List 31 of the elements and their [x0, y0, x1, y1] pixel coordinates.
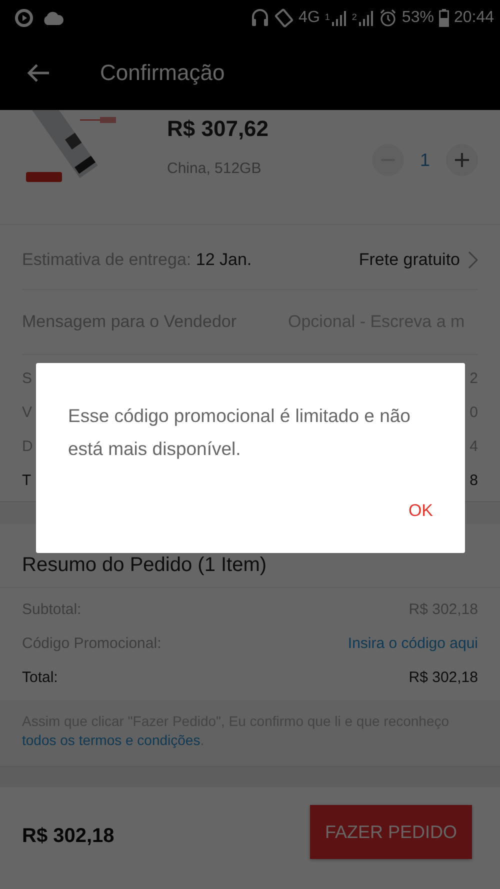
- cloud-icon: [42, 11, 64, 25]
- page-title: Confirmação: [100, 60, 225, 86]
- summary-value: 8: [470, 472, 478, 488]
- shipping-option[interactable]: Frete gratuito: [358, 250, 478, 270]
- product-price: R$ 307,62: [167, 116, 270, 142]
- signal-icon: [358, 10, 374, 26]
- rotation-icon: [274, 8, 294, 28]
- place-order-button[interactable]: FAZER PEDIDO: [310, 805, 472, 859]
- sim-number: 1: [324, 12, 330, 22]
- battery-percent: 53%: [402, 9, 434, 27]
- plus-icon: [455, 153, 469, 167]
- increase-button[interactable]: [446, 144, 478, 176]
- signal-icon: [330, 10, 347, 26]
- summary-label: T: [22, 472, 32, 488]
- battery-icon: [438, 9, 449, 27]
- network-type: 4G: [298, 9, 320, 27]
- clock: 20:44: [454, 9, 494, 27]
- summary-value: R$ 302,18: [408, 668, 478, 686]
- sim-number: 2: [352, 12, 357, 22]
- back-arrow-icon[interactable]: [26, 63, 50, 83]
- chevron-right-icon: [468, 251, 478, 269]
- alarm-icon: [378, 9, 397, 27]
- promo-code-link[interactable]: Insira o código aqui: [348, 634, 478, 652]
- headphones-icon: [250, 8, 269, 28]
- summary-label: Total:: [22, 668, 58, 686]
- order-total: R$ 302,18: [22, 825, 114, 848]
- ok-button[interactable]: OK: [400, 495, 441, 527]
- dialog-message: Esse código promocional é limitado e não está mais disponível.: [68, 404, 412, 461]
- quantity-value: 1: [420, 150, 430, 170]
- play-circle-icon: [14, 8, 34, 28]
- terms-link[interactable]: todos os termos e condições: [22, 732, 200, 748]
